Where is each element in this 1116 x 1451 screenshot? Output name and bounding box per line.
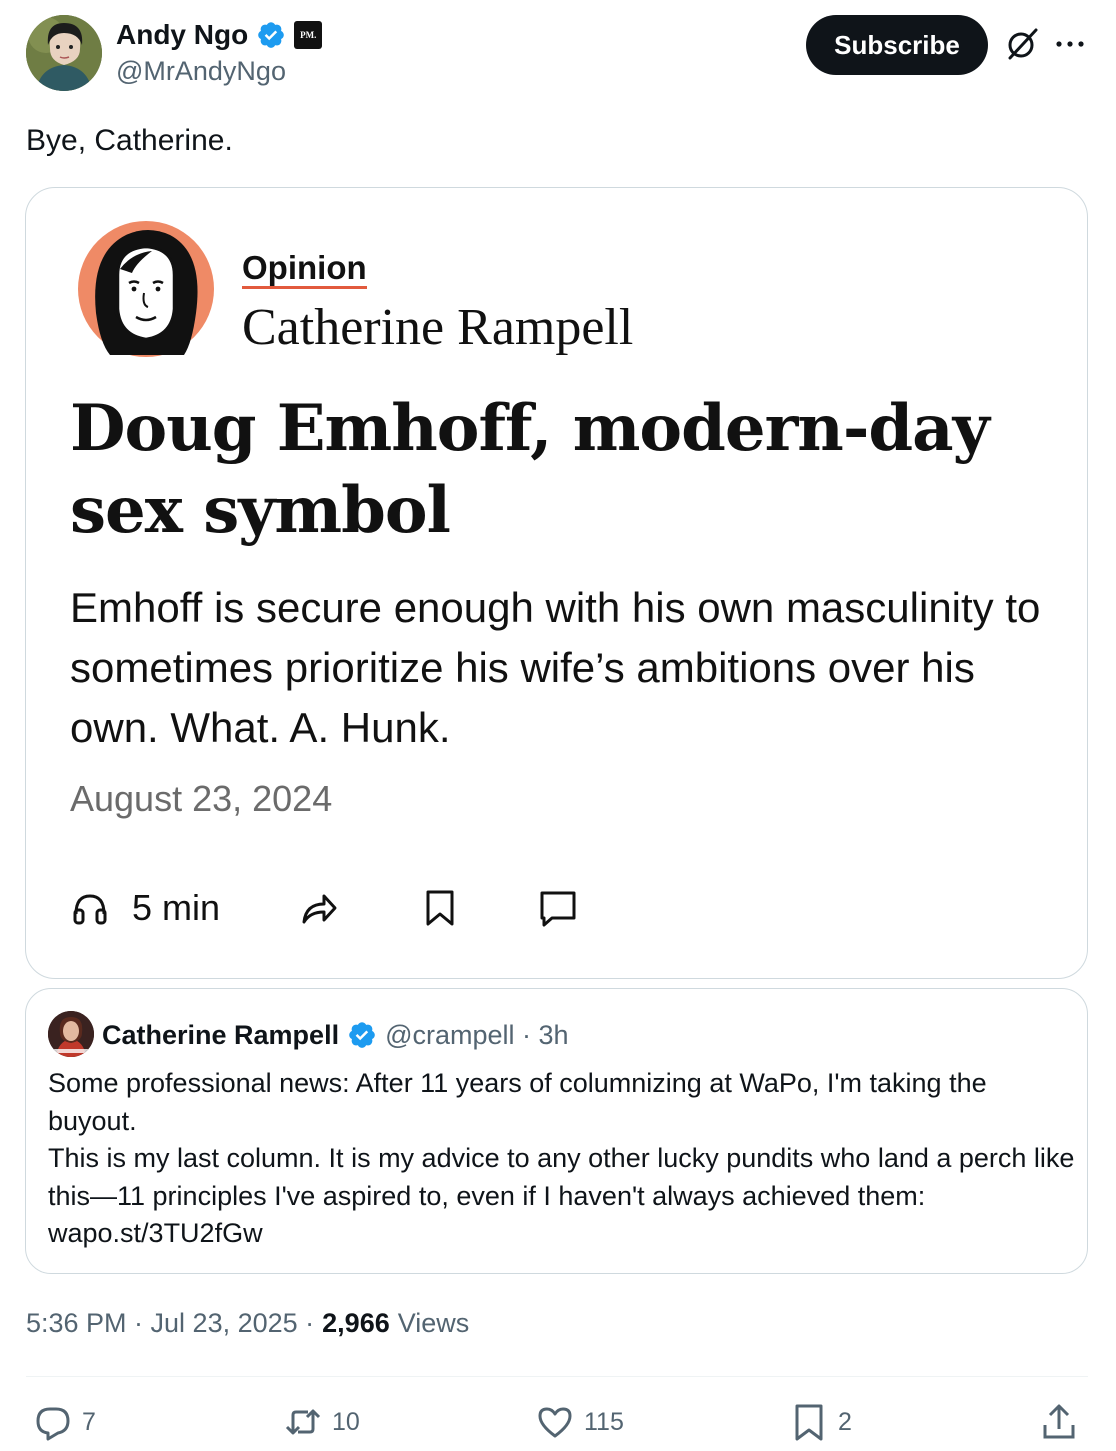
more-options-icon[interactable] — [1054, 30, 1086, 58]
tweet-text: Bye, Catherine. — [26, 124, 233, 157]
like-button[interactable]: 115 — [536, 1400, 624, 1444]
bookmark-icon — [795, 1404, 823, 1441]
headphones-icon — [73, 894, 107, 925]
article-dek: Emhoff is secure enough with his own mas… — [70, 584, 1041, 751]
views-count: 2,966 — [322, 1308, 390, 1338]
quoted-handle-time: @crampell · 3h — [385, 1019, 569, 1050]
affiliate-badge[interactable]: PM. — [294, 21, 323, 49]
like-count: 115 — [584, 1407, 624, 1436]
grok-icon[interactable] — [1004, 26, 1040, 62]
author-handle[interactable]: @MrAndyNgo — [116, 56, 286, 87]
author-name-row: Andy Ngo PM. — [116, 16, 323, 54]
article-action-row: 5 min — [70, 883, 578, 933]
columnist-name: Catherine Rampell — [242, 299, 634, 356]
section-label: Opinion — [242, 250, 367, 289]
reply-icon — [36, 1407, 70, 1441]
tweet-meta: 5:36 PM · Jul 23, 2025 · 2,966 Views — [26, 1308, 469, 1339]
reply-button[interactable]: 7 — [34, 1400, 96, 1444]
bookmark-count: 2 — [838, 1407, 852, 1436]
author-avatar[interactable] — [26, 15, 102, 91]
views-label: Views — [397, 1308, 470, 1338]
article-date: August 23, 2024 — [70, 778, 333, 819]
timestamp[interactable]: 5:36 PM · Jul 23, 2025 · — [26, 1308, 314, 1339]
author-display-name[interactable]: Andy Ngo — [116, 19, 248, 51]
reply-count: 7 — [82, 1407, 96, 1436]
bookmark-button[interactable]: 2 — [790, 1400, 852, 1444]
quoted-avatar[interactable] — [48, 1011, 94, 1057]
heart-icon — [538, 1407, 572, 1438]
divider — [26, 1376, 1088, 1377]
article-image-card[interactable]: Opinion Catherine Rampell Doug Emhoff, m… — [25, 187, 1088, 979]
subscribe-button[interactable]: Subscribe — [806, 15, 988, 75]
verified-badge-icon[interactable] — [256, 20, 286, 50]
quoted-tweet[interactable]: Catherine Rampell @crampell · 3h Some pr… — [25, 988, 1088, 1274]
quoted-display-name[interactable]: Catherine Rampell — [102, 1020, 339, 1051]
share-icon — [1043, 1404, 1075, 1439]
comment-icon — [540, 891, 576, 927]
share-arrow-icon — [302, 894, 337, 924]
quoted-body: Some professional news: After 11 years o… — [48, 1068, 1075, 1248]
repost-button[interactable]: 10 — [284, 1400, 360, 1444]
share-button[interactable] — [1040, 1400, 1078, 1444]
quoted-header: Catherine Rampell @crampell · 3h — [102, 1017, 569, 1053]
quoted-verified-badge-icon — [349, 1022, 375, 1048]
listen-duration: 5 min — [132, 887, 221, 928]
bookmark-icon — [426, 890, 454, 926]
repost-count: 10 — [332, 1407, 360, 1436]
repost-icon — [285, 1409, 321, 1435]
columnist-portrait — [78, 221, 214, 357]
article-headline: Doug Emhoff, modern-day sex symbol — [70, 391, 990, 548]
